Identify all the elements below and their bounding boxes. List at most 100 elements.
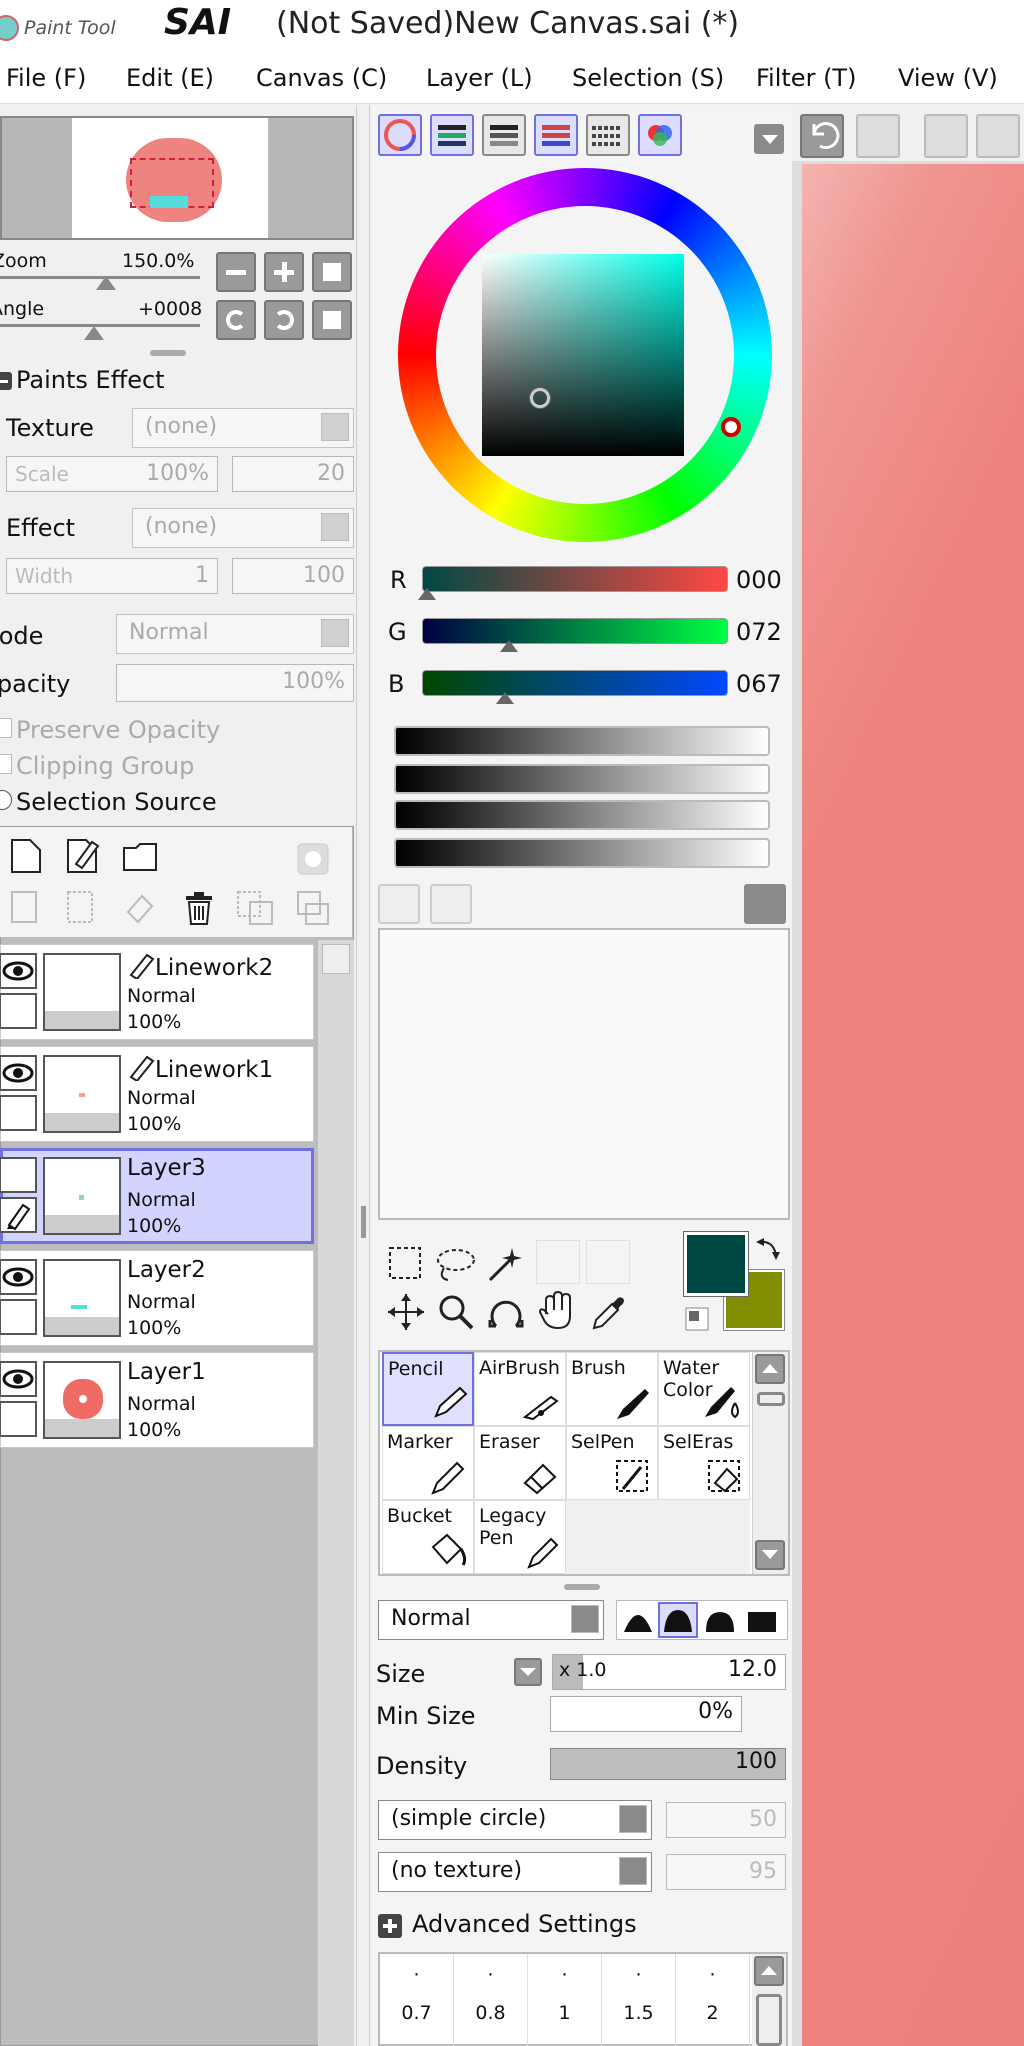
eye-icon[interactable] [0, 953, 37, 989]
rotate-icon[interactable] [486, 1292, 526, 1336]
layer-row-layer1[interactable]: Layer1 Normal 100% [0, 1352, 314, 1448]
tool-bucket[interactable]: Bucket [382, 1500, 474, 1574]
preset-cell[interactable]: · 0.8 [454, 1954, 528, 2046]
tool-airbrush[interactable]: AirBrush [474, 1352, 566, 1426]
mixer-tab[interactable] [534, 114, 578, 156]
menu-file[interactable]: File (F) [6, 64, 86, 92]
menu-canvas[interactable]: Canvas (C) [256, 64, 387, 92]
deselect-button[interactable] [924, 114, 968, 158]
rotate-reset-button[interactable] [312, 300, 352, 340]
color-wheel-tab[interactable] [378, 114, 422, 156]
new-folder-icon[interactable] [122, 842, 158, 876]
size-slider[interactable]: x 1.0 12.0 [552, 1654, 786, 1690]
r-slider-thumb[interactable] [418, 588, 436, 600]
crop-button[interactable] [976, 114, 1020, 158]
scale-amount-field[interactable]: 20 [232, 456, 354, 492]
brush-texture-select[interactable]: (no texture) [378, 1852, 652, 1892]
tool-eraser[interactable]: Eraser [474, 1426, 566, 1500]
brush-blend-mode-select[interactable]: Normal [378, 1600, 604, 1640]
hardness-medium-icon[interactable] [658, 1602, 698, 1638]
move-icon[interactable] [386, 1292, 426, 1336]
scratchpad-redo-button[interactable] [430, 884, 472, 924]
zoom-icon[interactable] [436, 1292, 476, 1336]
scratchpad-area[interactable] [378, 928, 790, 1220]
tool-pencil[interactable]: Pencil [382, 1352, 474, 1426]
hardness-soft-icon[interactable] [620, 1604, 656, 1640]
delete-layer-icon[interactable] [182, 890, 216, 930]
hsv-sliders-tab[interactable] [482, 114, 526, 156]
rotate-left-button[interactable] [216, 300, 256, 340]
preset-cell[interactable]: · 1 [528, 1954, 602, 2046]
tool-brush[interactable]: Brush [566, 1352, 658, 1426]
color-panel-menu-button[interactable] [754, 124, 784, 154]
r-slider[interactable] [422, 566, 728, 592]
divider-grip[interactable] [361, 1206, 366, 1238]
transfer-down-icon[interactable] [10, 890, 40, 930]
hardness-hard-icon[interactable] [702, 1604, 738, 1640]
scratchpad-tab[interactable] [638, 114, 682, 156]
brush-texture-strength[interactable]: 95 [666, 1854, 786, 1890]
scale-field[interactable]: Scale 100% [6, 456, 218, 492]
gray-slider-4[interactable] [394, 838, 770, 868]
tool-selpen[interactable]: SelPen [566, 1426, 658, 1500]
zoom-in-button[interactable] [264, 252, 304, 292]
undo-button[interactable] [800, 114, 844, 158]
magic-wand-icon[interactable] [484, 1244, 524, 1288]
tool-marker[interactable]: Marker [382, 1426, 474, 1500]
lock-slot[interactable] [0, 993, 37, 1029]
hardness-solid-icon[interactable] [744, 1604, 780, 1640]
canvas[interactable] [802, 164, 1024, 2046]
zoom-out-button[interactable] [216, 252, 256, 292]
apply-mask-icon[interactable] [296, 890, 330, 930]
eye-icon-hidden[interactable] [0, 1157, 37, 1193]
rotate-right-button[interactable] [264, 300, 304, 340]
layer-list-scrollbar[interactable] [318, 940, 354, 2046]
clear-layer-icon[interactable] [122, 890, 156, 930]
swatches-tab[interactable] [586, 114, 630, 156]
gray-slider-3[interactable] [394, 800, 770, 830]
gray-slider-2[interactable] [394, 764, 770, 794]
menu-selection[interactable]: Selection (S) [572, 64, 724, 92]
tool-seleras[interactable]: SelEras [658, 1426, 750, 1500]
layer-row-linework2[interactable]: Linework2 Normal 100% [0, 944, 314, 1040]
redo-button[interactable] [856, 114, 900, 158]
tool-panel-splitter[interactable] [564, 1584, 600, 1590]
tool-legacy-pen[interactable]: Legacy Pen [474, 1500, 566, 1574]
preset-cell[interactable]: · 0.7 [380, 1954, 454, 2046]
tool-watercolor[interactable]: Water Color [658, 1352, 750, 1426]
menu-edit[interactable]: Edit (E) [126, 64, 214, 92]
advanced-settings-label[interactable]: Advanced Settings [412, 1910, 637, 1938]
menu-filter[interactable]: Filter (T) [756, 64, 856, 92]
lock-slot[interactable] [0, 1299, 37, 1335]
width-field[interactable]: Width 1 [6, 558, 218, 594]
preserve-opacity-checkbox[interactable] [0, 718, 12, 738]
scratchpad-undo-button[interactable] [378, 884, 420, 924]
clipping-group-checkbox[interactable] [0, 754, 12, 774]
preset-scrollbar[interactable] [752, 1954, 786, 2046]
rgb-sliders-tab[interactable] [430, 114, 474, 156]
min-size-slider[interactable]: 0% [550, 1696, 742, 1732]
angle-slider-thumb[interactable] [84, 326, 104, 340]
width-amount-field[interactable]: 100 [232, 558, 354, 594]
hue-cursor[interactable] [721, 417, 741, 437]
lock-slot[interactable] [0, 1095, 37, 1131]
brush-shape-strength[interactable]: 50 [666, 1802, 786, 1838]
navigator-preview[interactable] [0, 116, 354, 240]
panel-splitter[interactable] [150, 350, 186, 356]
layer-row-linework1[interactable]: Linework1 Normal 100% [0, 1046, 314, 1142]
hand-icon[interactable] [536, 1290, 578, 1336]
b-slider-thumb[interactable] [496, 692, 514, 704]
menu-layer[interactable]: Layer (L) [426, 64, 533, 92]
merge-down-icon[interactable] [66, 890, 96, 930]
layer-row-layer2[interactable]: Layer2 Normal 100% [0, 1250, 314, 1346]
layer-mask-icon[interactable] [296, 842, 330, 880]
scratchpad-clear-button[interactable] [744, 884, 786, 924]
expand-icon[interactable] [378, 1914, 402, 1938]
zoom-reset-button[interactable] [312, 252, 352, 292]
eye-icon[interactable] [0, 1259, 37, 1295]
eye-icon[interactable] [0, 1361, 37, 1397]
layer-mode-select[interactable]: Normal [116, 614, 354, 654]
eye-icon[interactable] [0, 1055, 37, 1091]
lasso-icon[interactable] [434, 1244, 478, 1288]
panel-divider[interactable] [356, 105, 370, 2046]
